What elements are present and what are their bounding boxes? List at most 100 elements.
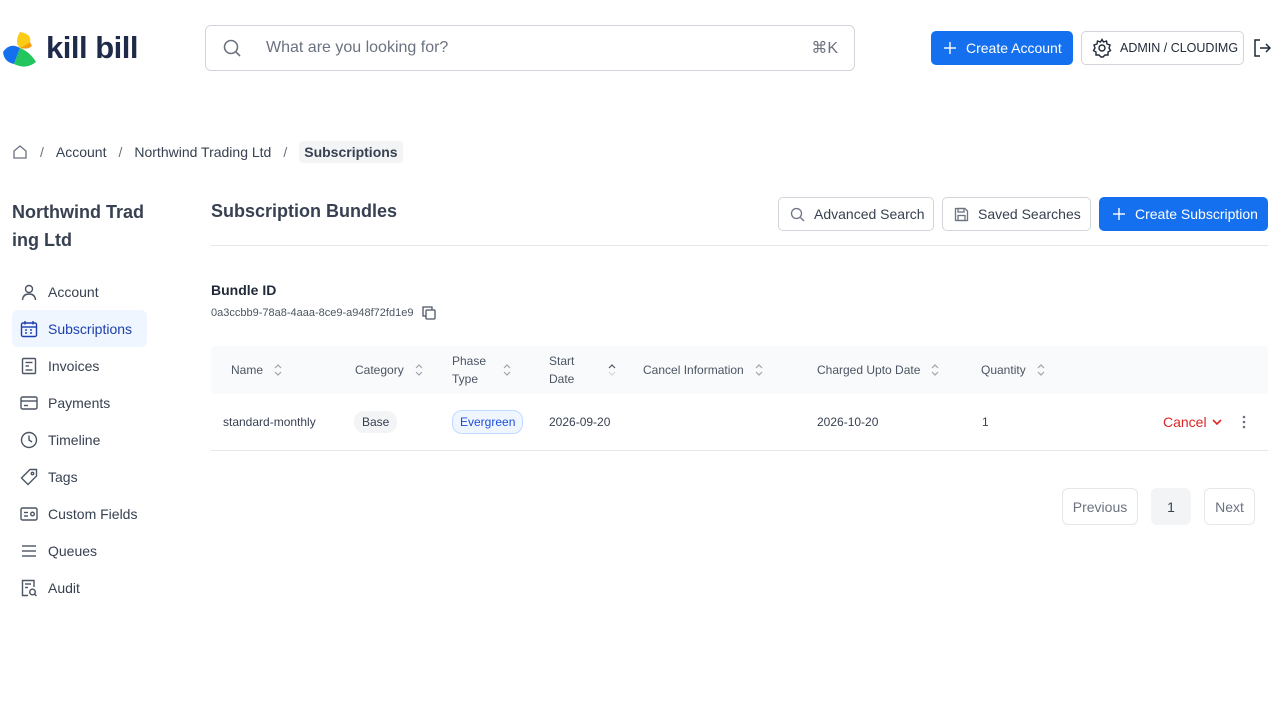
sidebar-item-queues[interactable]: Queues xyxy=(12,532,147,569)
column-label: Name xyxy=(231,363,264,377)
account-name-title: Northwind Trad ing Ltd xyxy=(12,202,144,250)
breadcrumb-separator: / xyxy=(283,144,288,160)
column-header-cancel-information[interactable]: Cancel Information xyxy=(643,346,764,394)
sidebar-item-invoices[interactable]: Invoices xyxy=(12,347,147,384)
sort-ascending-icon xyxy=(608,364,616,376)
divider xyxy=(211,245,1268,246)
cell-start-date: 2026-09-20 xyxy=(549,415,611,429)
clock-icon xyxy=(20,431,38,448)
category-badge: Base xyxy=(354,411,398,433)
column-label: Quantity xyxy=(981,363,1026,377)
cell-phase-type: Evergreen xyxy=(452,394,524,450)
sidebar-item-label: Timeline xyxy=(48,431,101,448)
breadcrumb-account-name[interactable]: Northwind Trading Ltd xyxy=(134,144,271,160)
column-header-start-date[interactable]: Start Date xyxy=(549,346,617,394)
column-header-quantity[interactable]: Quantity xyxy=(981,346,1046,394)
phase-type-badge: Evergreen xyxy=(452,410,524,434)
search-shortcut: ⌘K xyxy=(811,40,838,57)
sidebar-item-subscriptions[interactable]: Subscriptions xyxy=(12,310,147,347)
bundle-id-label: Bundle ID xyxy=(211,282,277,298)
pagination-page[interactable]: 1 xyxy=(1151,488,1191,525)
cell-name: standard-monthly xyxy=(223,415,316,429)
search-icon xyxy=(223,39,241,57)
search-input[interactable] xyxy=(266,39,812,57)
global-search[interactable]: ⌘K xyxy=(205,25,855,71)
column-label: Category xyxy=(355,363,404,377)
sort-icon xyxy=(274,364,282,376)
sidebar-item-custom-fields[interactable]: Custom Fields xyxy=(12,495,147,532)
bundle-id-text: 0a3ccbb9-78a8-4aaa-8ce9-a948f72fd1e9 xyxy=(211,307,414,319)
column-label: Cancel Information xyxy=(643,363,744,377)
copy-icon[interactable] xyxy=(421,305,437,321)
sidebar-item-label: Subscriptions xyxy=(48,320,133,337)
queue-icon xyxy=(22,544,36,557)
sidebar-item-label: Account xyxy=(48,283,99,300)
table-header: Name Category Phase Type Start Date Canc… xyxy=(211,346,1268,394)
saved-searches-label: Saved Searches xyxy=(978,206,1081,222)
advanced-search-label: Advanced Search xyxy=(814,206,925,222)
plus-icon xyxy=(1113,208,1125,220)
row-actions-menu[interactable] xyxy=(1236,394,1252,450)
sidebar-item-timeline[interactable]: Timeline xyxy=(12,421,147,458)
sidebar-item-label: Invoices xyxy=(48,357,100,374)
saved-searches-button[interactable]: Saved Searches xyxy=(942,197,1091,231)
more-vertical-icon xyxy=(1242,415,1246,429)
pagination-next[interactable]: Next xyxy=(1204,488,1255,525)
home-icon[interactable] xyxy=(12,144,28,160)
tenant-settings-button[interactable]: ADMIN / CLOUDIMG xyxy=(1081,31,1244,65)
sort-icon xyxy=(415,364,423,376)
sort-icon xyxy=(1037,364,1045,376)
breadcrumb-separator: / xyxy=(40,144,44,160)
sidebar-item-audit[interactable]: Audit xyxy=(12,569,147,606)
breadcrumb-account[interactable]: Account xyxy=(56,144,107,160)
breadcrumb: / Account / Northwind Trading Ltd / Subs… xyxy=(12,140,403,164)
column-header-charged-upto-date[interactable]: Charged Upto Date xyxy=(817,346,940,394)
sidebar-item-label: Queues xyxy=(48,542,98,559)
create-subscription-label: Create Subscription xyxy=(1135,206,1258,222)
search-icon xyxy=(790,207,805,221)
cell-quantity: 1 xyxy=(982,415,989,429)
column-label: Phase Type xyxy=(452,354,487,386)
create-account-label: Create Account xyxy=(966,40,1062,56)
column-header-name[interactable]: Name xyxy=(231,346,283,394)
sidebar-item-label: Audit xyxy=(48,579,80,596)
sidebar-item-label: Tags xyxy=(48,468,78,485)
sidebar-item-label: Custom Fields xyxy=(48,505,138,522)
sidebar-nav: Account Subscriptions Invoices Payments … xyxy=(12,273,147,606)
column-header-category[interactable]: Category xyxy=(355,346,424,394)
user-icon xyxy=(21,284,37,300)
pagination-previous[interactable]: Previous xyxy=(1062,488,1138,525)
cell-charged-upto-date: 2026-10-20 xyxy=(817,415,879,429)
calendar-icon xyxy=(20,320,38,337)
sidebar-item-payments[interactable]: Payments xyxy=(12,384,147,421)
brand-name: kill bill xyxy=(46,30,138,65)
gear-icon xyxy=(1092,38,1112,58)
cell-category: Base xyxy=(354,394,398,450)
sidebar-item-account[interactable]: Account xyxy=(12,273,147,310)
column-label: Start Date xyxy=(549,354,575,386)
kill-bill-logo-icon xyxy=(3,32,36,67)
credit-card-icon xyxy=(20,395,38,410)
advanced-search-button[interactable]: Advanced Search xyxy=(778,197,934,231)
logout-icon[interactable] xyxy=(1253,38,1271,58)
table-row: standard-monthly Base Evergreen 2026-09-… xyxy=(211,394,1268,451)
sort-icon xyxy=(755,364,763,376)
audit-icon xyxy=(21,579,37,596)
invoice-icon xyxy=(21,357,37,374)
create-subscription-button[interactable]: Create Subscription xyxy=(1099,197,1268,231)
save-icon xyxy=(954,207,969,221)
cancel-label: Cancel xyxy=(1163,414,1207,430)
sidebar-item-tags[interactable]: Tags xyxy=(12,458,147,495)
plus-icon xyxy=(944,42,956,54)
bundle-id-value: 0a3ccbb9-78a8-4aaa-8ce9-a948f72fd1e9 xyxy=(211,305,437,321)
column-label: Charged Upto Date xyxy=(817,363,921,377)
sort-icon xyxy=(931,364,939,376)
chevron-down-icon xyxy=(1212,419,1222,426)
custom-fields-icon xyxy=(20,506,38,521)
cancel-dropdown-button[interactable]: Cancel xyxy=(1163,394,1223,450)
breadcrumb-separator: / xyxy=(118,144,123,160)
create-account-button[interactable]: Create Account xyxy=(931,31,1073,65)
brand-logo[interactable]: kill bill xyxy=(0,28,138,68)
tenant-label: ADMIN / CLOUDIMG xyxy=(1120,41,1239,55)
column-header-phase-type[interactable]: Phase Type xyxy=(452,346,512,394)
